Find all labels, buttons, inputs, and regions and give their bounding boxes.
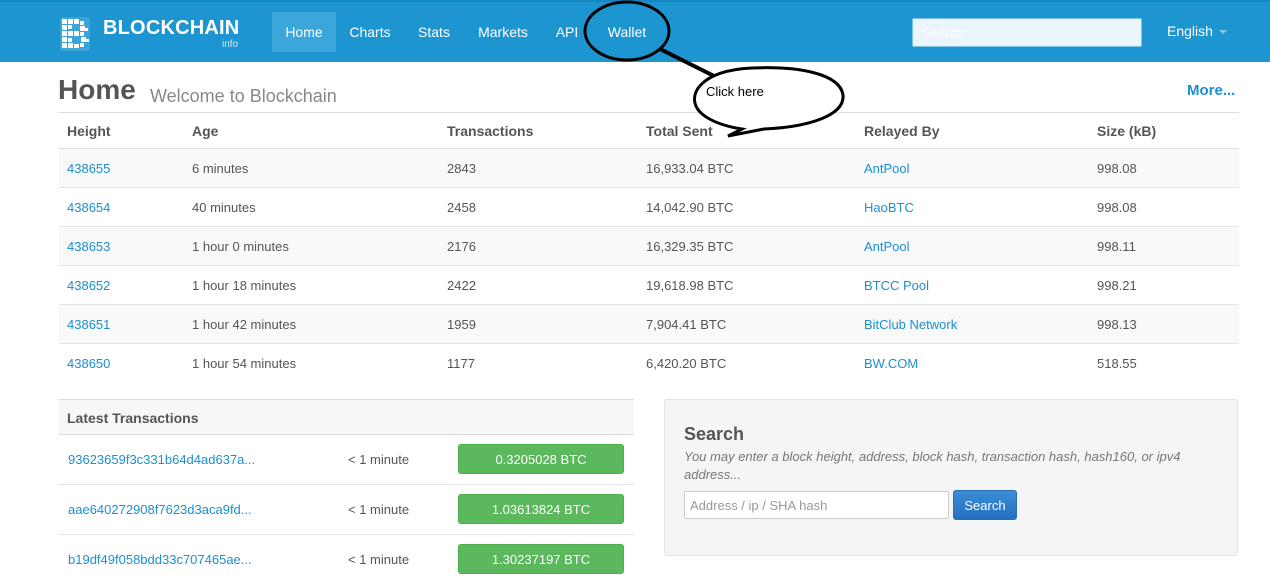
relayed-by-link[interactable]: AntPool [864,161,910,176]
column-header-size: Size (kB) [1089,112,1239,149]
block-total-sent: 16,933.04 BTC [638,148,856,188]
transaction-amount-button[interactable]: 1.03613824 BTC [458,494,624,524]
block-height-link[interactable]: 438655 [67,161,110,176]
block-total-sent: 16,329.35 BTC [638,226,856,266]
block-height-link[interactable]: 438653 [67,239,110,254]
transaction-hash-link[interactable]: b19df49f058bdd33c707465ae... [68,552,252,567]
block-size: 998.08 [1089,148,1239,188]
search-input[interactable] [684,491,949,519]
search-title: Search [684,424,745,444]
table-row: 438653 1 hour 0 minutes 2176 16,329.35 B… [59,226,1239,266]
blockchain-logo-icon [60,17,90,51]
table-row: 438651 1 hour 42 minutes 1959 7,904.41 B… [59,304,1239,344]
column-header-total-sent: Total Sent [638,112,856,149]
block-size: 998.13 [1089,304,1239,344]
transaction-age: < 1 minute [348,552,410,567]
block-height-link[interactable]: 438650 [67,356,110,371]
block-size: 998.11 [1089,226,1239,266]
block-age: 40 minutes [184,187,439,227]
table-row: 438652 1 hour 18 minutes 2422 19,618.98 … [59,265,1239,305]
relayed-by-link[interactable]: HaoBTC [864,200,914,215]
block-age: 1 hour 18 minutes [184,265,439,305]
block-age: 6 minutes [184,148,439,188]
table-row: 438650 1 hour 54 minutes 1177 6,420.20 B… [59,343,1239,383]
page-subtitle: Welcome to Blockchain [150,86,337,106]
block-size: 518.55 [1089,343,1239,383]
block-total-sent: 14,042.90 BTC [638,187,856,227]
table-header-row: Height Age Transactions Total Sent Relay… [59,112,1239,149]
block-size: 998.08 [1089,187,1239,227]
column-header-relayed-by: Relayed By [856,112,1089,149]
block-age: 1 hour 42 minutes [184,304,439,344]
brand-subtitle: info [222,39,239,50]
column-header-transactions: Transactions [439,112,638,149]
relayed-by-link[interactable]: BW.COM [864,356,918,371]
transaction-amount-button[interactable]: 1.30237197 BTC [458,544,624,574]
transaction-age: < 1 minute [348,502,410,517]
list-item: b19df49f058bdd33c707465ae... < 1 minute … [59,535,634,577]
block-transactions: 2843 [439,148,638,188]
block-transactions: 1959 [439,304,638,344]
block-size: 998.21 [1089,265,1239,305]
callout-text: Click here [706,84,764,99]
nav-api[interactable]: API [548,12,586,52]
brand-title: BLOCKCHAIN [103,17,240,39]
block-total-sent: 7,904.41 BTC [638,304,856,344]
block-total-sent: 6,420.20 BTC [638,343,856,383]
relayed-by-link[interactable]: BTCC Pool [864,278,929,293]
search-description: You may enter a block height, address, b… [684,449,1181,482]
block-height-link[interactable]: 438651 [67,317,110,332]
block-transactions: 1177 [439,343,638,383]
transaction-age: < 1 minute [348,452,410,467]
block-height-link[interactable]: 438654 [67,200,110,215]
search-panel: Search You may enter a block height, add… [664,399,1238,556]
language-label: English [1167,23,1213,39]
block-height-link[interactable]: 438652 [67,278,110,293]
transaction-hash-link[interactable]: aae640272908f7623d3aca9fd... [68,502,252,517]
relayed-by-link[interactable]: AntPool [864,239,910,254]
block-age: 1 hour 0 minutes [184,226,439,266]
nav-charts[interactable]: Charts [341,12,399,52]
top-navbar: BLOCKCHAIN info Home Charts Stats Market… [0,0,1270,62]
more-link[interactable]: More... [1187,82,1235,99]
nav-stats[interactable]: Stats [410,12,458,52]
column-header-height: Height [59,112,184,149]
nav-home[interactable]: Home [272,12,336,52]
block-age: 1 hour 54 minutes [184,343,439,383]
table-row: 438655 6 minutes 2843 16,933.04 BTC AntP… [59,148,1239,188]
search-button[interactable]: Search [953,490,1017,520]
nav-markets[interactable]: Markets [470,12,536,52]
table-row: 438654 40 minutes 2458 14,042.90 BTC Hao… [59,187,1239,227]
column-header-age: Age [184,112,439,149]
page-title: Home [58,74,136,105]
language-dropdown[interactable]: English [1167,23,1227,39]
latest-blocks-table: Height Age Transactions Total Sent Relay… [59,112,1239,383]
transaction-hash-link[interactable]: 93623659f3c331b64d4ad637a... [68,452,255,467]
transaction-amount-button[interactable]: 0.3205028 BTC [458,444,624,474]
chevron-down-icon [1218,30,1227,35]
latest-transactions-panel: Latest Transactions 93623659f3c331b64d4a… [59,399,634,577]
list-item: 93623659f3c331b64d4ad637a... < 1 minute … [59,435,634,485]
block-transactions: 2422 [439,265,638,305]
block-transactions: 2176 [439,226,638,266]
list-item: aae640272908f7623d3aca9fd... < 1 minute … [59,485,634,535]
block-transactions: 2458 [439,187,638,227]
block-total-sent: 19,618.98 BTC [638,265,856,305]
navbar-search-input[interactable] [912,18,1142,47]
nav-wallet[interactable]: Wallet [598,12,656,52]
relayed-by-link[interactable]: BitClub Network [864,317,957,332]
blockchain-logo[interactable]: BLOCKCHAIN info [58,13,258,55]
latest-transactions-title: Latest Transactions [59,399,634,435]
